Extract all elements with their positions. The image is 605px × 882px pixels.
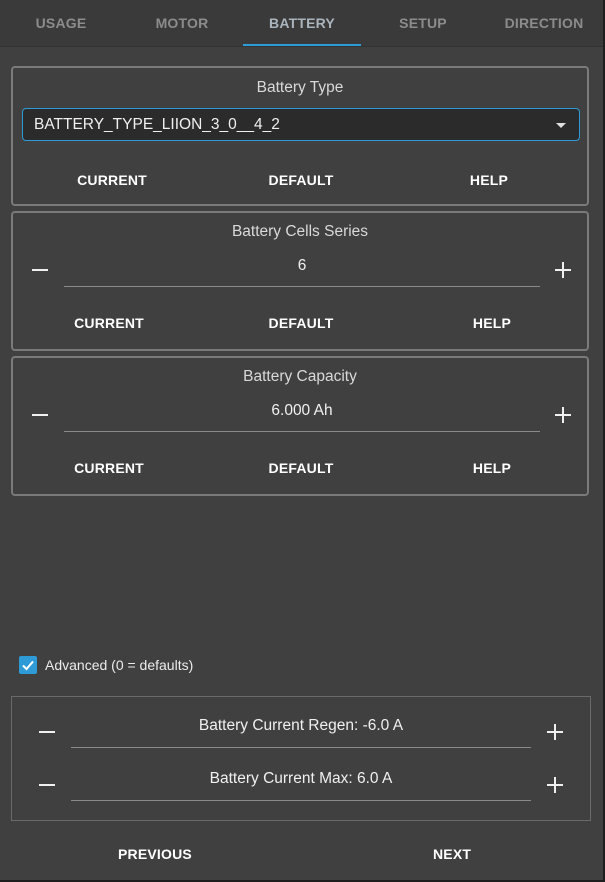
tab-battery[interactable]: BATTERY	[242, 0, 362, 46]
battery-type-current-button[interactable]: CURRENT	[52, 172, 172, 188]
capacity-title: Battery Capacity	[243, 368, 357, 385]
regen-increase-icon[interactable]	[543, 720, 567, 744]
capacity-panel: Battery Capacity 6.000 Ah CURRENT DEFAUL…	[11, 356, 589, 496]
regen-value: Battery Current Regen: -6.0 A	[198, 717, 404, 734]
battery-type-panel: Battery Type BATTERY_TYPE_LIION_3_0__4_2…	[11, 66, 589, 206]
capacity-field[interactable]: 6.000 Ah	[64, 402, 540, 432]
next-button[interactable]: NEXT	[433, 846, 471, 862]
battery-type-title: Battery Type	[256, 79, 344, 96]
cells-series-value: 6	[297, 257, 307, 274]
cells-series-current-button[interactable]: CURRENT	[49, 315, 169, 331]
battery-setup-window: USAGE MOTOR BATTERY SETUP DIRECTION Batt…	[0, 0, 605, 882]
cells-series-decrease-icon[interactable]	[28, 258, 52, 282]
cells-series-panel: Battery Cells Series 6 CURRENT DEFAULT H…	[11, 211, 589, 351]
advanced-panel: Battery Current Regen: -6.0 A Battery Cu…	[11, 696, 591, 821]
tab-setup[interactable]: SETUP	[363, 0, 483, 46]
capacity-value: 6.000 Ah	[271, 402, 333, 419]
capacity-help-button[interactable]: HELP	[432, 460, 552, 476]
tab-direction[interactable]: DIRECTION	[484, 0, 603, 46]
cells-series-help-button[interactable]: HELP	[432, 315, 552, 331]
advanced-label: Advanced (0 = defaults)	[45, 657, 194, 673]
cells-series-field[interactable]: 6	[64, 257, 540, 287]
battery-type-help-button[interactable]: HELP	[429, 172, 549, 188]
max-field[interactable]: Battery Current Max: 6.0 A	[71, 770, 531, 801]
capacity-current-button[interactable]: CURRENT	[49, 460, 169, 476]
cells-series-title: Battery Cells Series	[231, 223, 369, 240]
cells-series-default-button[interactable]: DEFAULT	[241, 315, 361, 331]
max-value: Battery Current Max: 6.0 A	[209, 770, 393, 787]
cells-series-increase-icon[interactable]	[551, 258, 575, 282]
regen-field[interactable]: Battery Current Regen: -6.0 A	[71, 717, 531, 748]
tab-usage[interactable]: USAGE	[1, 0, 121, 46]
battery-type-default-button[interactable]: DEFAULT	[241, 172, 361, 188]
battery-type-select[interactable]: BATTERY_TYPE_LIION_3_0__4_2	[22, 108, 580, 141]
max-decrease-icon[interactable]	[35, 773, 59, 797]
battery-type-value: BATTERY_TYPE_LIION_3_0__4_2	[34, 116, 280, 133]
checkmark-icon	[22, 660, 34, 671]
previous-button[interactable]: PREVIOUS	[118, 846, 192, 862]
advanced-checkbox[interactable]	[19, 656, 37, 674]
capacity-default-button[interactable]: DEFAULT	[241, 460, 361, 476]
regen-decrease-icon[interactable]	[35, 720, 59, 744]
capacity-increase-icon[interactable]	[551, 403, 575, 427]
capacity-decrease-icon[interactable]	[28, 403, 52, 427]
dropdown-arrow-icon	[556, 123, 566, 128]
tab-motor[interactable]: MOTOR	[122, 0, 242, 46]
max-increase-icon[interactable]	[543, 773, 567, 797]
tab-bar: USAGE MOTOR BATTERY SETUP DIRECTION	[0, 0, 603, 47]
